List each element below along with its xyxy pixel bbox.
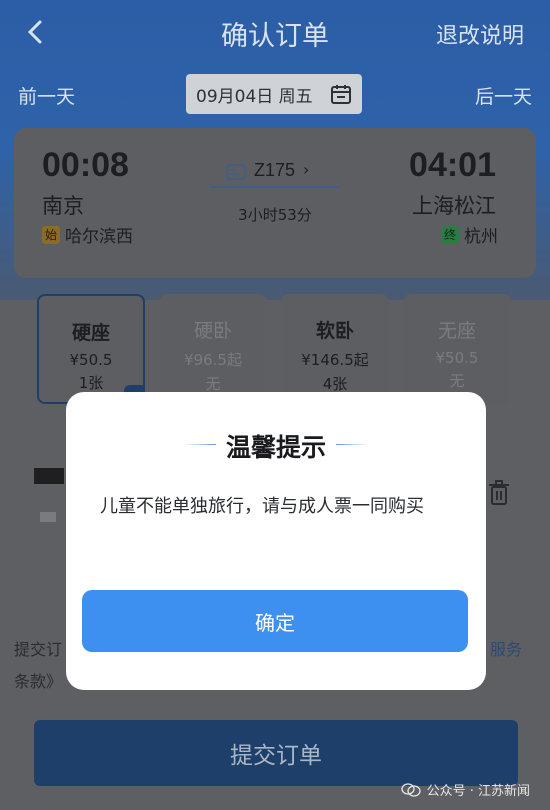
watermark-text: 公众号 · 江苏新闻 (426, 784, 530, 799)
chevron-right-icon[interactable]: › (303, 160, 309, 179)
app-header: 确认订单 退改说明 (0, 0, 550, 66)
trip-duration: 3小时53分 (238, 206, 312, 224)
route-line (210, 186, 340, 188)
prev-day-button[interactable]: 前一天 (18, 82, 75, 109)
date-selector[interactable]: 09月04日 周五 (186, 74, 362, 114)
submit-order-button[interactable]: 提交订单 (34, 720, 518, 786)
seat-option-hard-sleeper[interactable]: 硬卧 ¥96.5起 无 (159, 294, 267, 404)
passenger-id-redacted (40, 512, 56, 522)
agreement-text-line2: 条款》 (14, 672, 63, 691)
title-decoration-right (336, 444, 368, 445)
wechat-icon (400, 782, 421, 797)
train-icon (226, 164, 246, 180)
arrival-time: 04:01 (409, 146, 496, 184)
seat-name: 无座 (437, 320, 476, 342)
train-number[interactable]: Z175 (254, 160, 295, 181)
seat-option-soft-sleeper[interactable]: 软卧 ¥146.5起 4张 (281, 294, 389, 404)
seat-availability: 4张 (322, 375, 348, 393)
refund-rules-link[interactable]: 退改说明 (436, 18, 524, 50)
dialog-title: 温馨提示 (225, 433, 326, 462)
seat-name: 软卧 (315, 320, 354, 342)
warm-reminder-dialog: 温馨提示 儿童不能单独旅行，请与成人票一同购买 确定 (66, 392, 486, 690)
seat-option-no-seat[interactable]: 无座 ¥50.5 无 (403, 294, 511, 404)
next-day-button[interactable]: 后一天 (475, 82, 532, 109)
origin-station: 哈尔滨西 (65, 227, 133, 247)
seat-price: ¥146.5起 (301, 351, 369, 369)
agreement-text: 提交订 (14, 640, 63, 659)
seat-name: 硬座 (71, 322, 110, 344)
seat-price: ¥50.5 (435, 349, 479, 367)
trip-card: 00:08 04:01 南京 上海松江 始 哈尔滨西 终 杭州 Z175 › 3… (14, 128, 536, 278)
seat-option-hard-seat[interactable]: 硬座 ¥50.5 1张 (37, 294, 145, 404)
watermark: 公众号 · 江苏新闻 (400, 780, 530, 799)
calendar-icon (331, 85, 351, 104)
date-label: 09月04日 周五 (196, 86, 313, 107)
seat-availability: 无 (449, 372, 465, 390)
seat-price: ¥96.5起 (184, 351, 242, 369)
origin-badge: 始 (42, 226, 60, 244)
seat-availability: 无 (205, 375, 221, 393)
departure-time: 00:08 (42, 146, 129, 184)
seat-name: 硬卧 (193, 320, 232, 342)
trash-icon[interactable] (488, 480, 510, 506)
confirm-button[interactable]: 确定 (82, 590, 468, 652)
terminus-station: 杭州 (464, 227, 498, 247)
screen: 确认订单 退改说明 前一天 09月04日 周五 后一天 00:08 04:01 … (0, 0, 550, 810)
passenger-name-redacted (34, 468, 64, 484)
terminus-badge: 终 (441, 226, 459, 244)
seat-price: ¥50.5 (69, 351, 113, 369)
dialog-message: 儿童不能单独旅行，请与成人票一同购买 (100, 496, 424, 517)
service-terms-link[interactable]: 服务 (490, 636, 522, 660)
